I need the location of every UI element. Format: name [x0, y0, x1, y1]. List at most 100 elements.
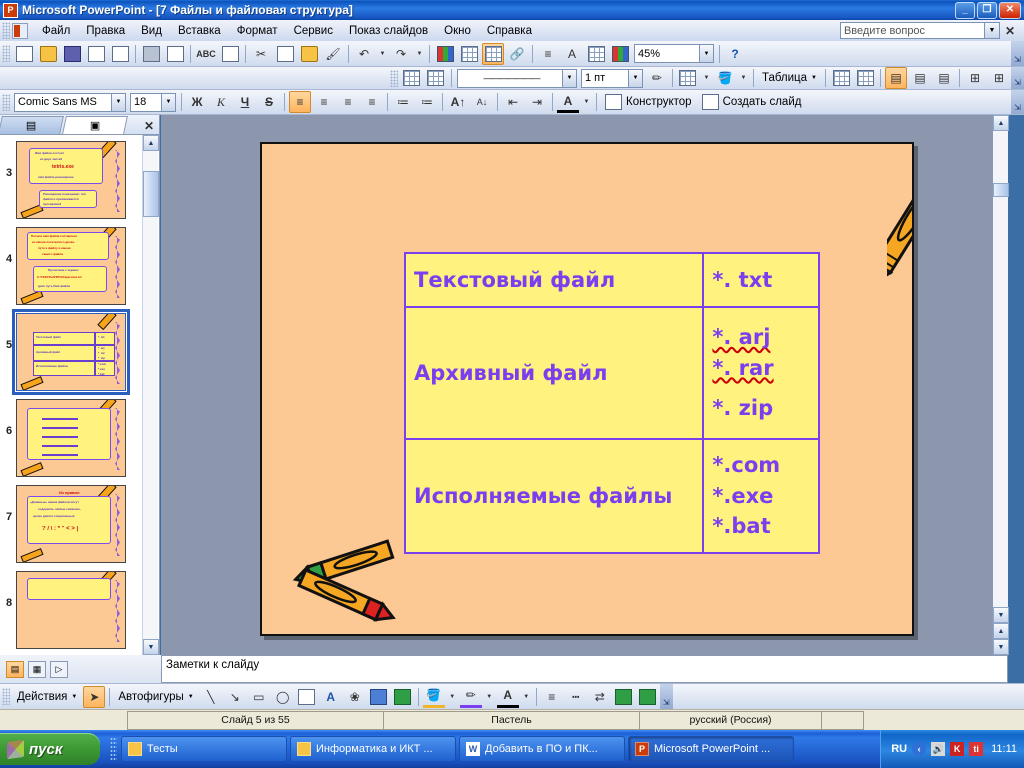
notes-pane[interactable]: Заметки к слайду: [161, 655, 1008, 683]
language-indicator[interactable]: RU: [891, 743, 907, 755]
slide-thumbnail[interactable]: [16, 571, 126, 649]
line-weight-combo[interactable]: 1 пт ▼: [580, 68, 643, 88]
dash-style-icon[interactable]: ┅: [565, 686, 587, 708]
chevron-down-icon[interactable]: ▼: [627, 69, 642, 87]
undo-icon[interactable]: ↶: [353, 43, 375, 65]
menu-item-format[interactable]: Формат: [229, 22, 286, 40]
volume-icon[interactable]: 🔊: [931, 742, 946, 756]
font-size-combo[interactable]: 18 ▼: [130, 92, 176, 112]
restore-button[interactable]: ❐: [977, 1, 997, 19]
slide-thumbnail[interactable]: Имя файла состоит из двух частей tetris.…: [16, 141, 126, 219]
chevron-down-icon[interactable]: ▼: [111, 93, 125, 111]
menu-grip[interactable]: [2, 22, 10, 39]
file-extensions[interactable]: *.com *.exe *.bat: [702, 438, 820, 554]
line-style-combo[interactable]: ——————— ▼: [456, 68, 577, 88]
fill-dropdown-icon[interactable]: ▼: [738, 67, 749, 89]
scroll-down-icon[interactable]: ▼: [143, 639, 159, 655]
file-extensions[interactable]: *. txt: [702, 252, 820, 308]
line-style-icon[interactable]: ≡: [541, 686, 563, 708]
current-slide[interactable]: Текстовый файл *. txt Архивный файл *. a…: [260, 142, 914, 636]
align-top-icon[interactable]: ▤: [885, 67, 907, 89]
list-item[interactable]: 7 Из правил «Длинные» имена файлов могут…: [0, 485, 141, 563]
align-bottom-icon[interactable]: ▤: [933, 67, 955, 89]
distribute-rows-icon[interactable]: ⊞: [964, 67, 986, 89]
clip-art-icon[interactable]: [368, 686, 390, 708]
grid-icon[interactable]: [585, 43, 607, 65]
slide-thumbnail-list[interactable]: 3 Имя файла состоит из двух частей tetri…: [0, 135, 141, 655]
table-row[interactable]: Исполняемые файлы *.com *.exe *.bat: [403, 438, 820, 554]
minimize-button[interactable]: _: [955, 1, 975, 19]
table-row[interactable]: Текстовый файл *. txt: [403, 252, 820, 308]
file-type-label[interactable]: Текстовый файл: [403, 252, 705, 308]
align-right-icon[interactable]: ≡: [337, 91, 359, 113]
align-center-icon[interactable]: ▤: [909, 67, 931, 89]
panel-scrollbar[interactable]: ▲ ▼: [142, 135, 159, 655]
next-slide-icon[interactable]: ▼: [993, 639, 1009, 655]
distribute-columns-icon[interactable]: ⊞: [988, 67, 1010, 89]
decrease-indent-icon[interactable]: ⇤: [502, 91, 524, 113]
ask-a-question-input[interactable]: Введите вопрос: [839, 22, 985, 39]
print-icon[interactable]: [140, 43, 162, 65]
slide-thumbnail[interactable]: Из правил «Длинные» имена файлов могут с…: [16, 485, 126, 563]
close-button[interactable]: ✕: [999, 1, 1021, 19]
border-color-icon[interactable]: ✏: [646, 67, 668, 89]
underline-button[interactable]: Ч: [234, 91, 256, 113]
align-left-icon[interactable]: ≡: [289, 91, 311, 113]
decrease-font-size-icon[interactable]: A↓: [471, 91, 493, 113]
antivirus-icon[interactable]: K: [950, 742, 965, 756]
scrollbar-thumb[interactable]: [143, 171, 159, 217]
chevron-left-icon[interactable]: ‹: [912, 742, 927, 756]
menu-item-tools[interactable]: Сервис: [286, 22, 341, 40]
menu-item-insert[interactable]: Вставка: [170, 22, 229, 40]
slide-thumbnail[interactable]: [16, 399, 126, 477]
redo-dropdown-icon[interactable]: ▼: [414, 43, 425, 65]
spelling-icon[interactable]: ABC: [195, 43, 217, 65]
menu-item-slideshow[interactable]: Показ слайдов: [341, 22, 436, 40]
increase-font-size-icon[interactable]: A↑: [447, 91, 469, 113]
redo-icon[interactable]: ↷: [390, 43, 412, 65]
font-color-dropdown-icon[interactable]: ▼: [521, 686, 532, 708]
list-item[interactable]: 8: [0, 571, 141, 649]
previous-slide-icon[interactable]: ▲: [993, 623, 1009, 639]
file-type-label[interactable]: Архивный файл: [403, 306, 705, 440]
new-slide-button[interactable]: Создать слайд: [697, 92, 807, 112]
file-types-table[interactable]: Текстовый файл *. txt Архивный файл *. a…: [403, 252, 820, 554]
numbered-list-icon[interactable]: ≔: [392, 91, 414, 113]
chevron-down-icon[interactable]: ▼: [161, 93, 175, 111]
line-icon[interactable]: ╲: [200, 686, 222, 708]
keyboard-icon[interactable]: ti: [969, 742, 984, 756]
outline-tab[interactable]: ▤: [0, 116, 64, 134]
arrow-style-icon[interactable]: ⇄: [589, 686, 611, 708]
increase-indent-icon[interactable]: ⇥: [526, 91, 548, 113]
format-painter-icon[interactable]: 🖌: [322, 43, 344, 65]
close-panel-icon[interactable]: ✕: [144, 119, 159, 134]
print-preview-icon[interactable]: [164, 43, 186, 65]
editor-scrollbar[interactable]: ▲ ▼ ▲ ▼: [992, 115, 1009, 655]
slide-show-icon[interactable]: ▷: [50, 660, 68, 678]
line-color-dropdown-icon[interactable]: ▼: [484, 686, 495, 708]
paste-icon[interactable]: [298, 43, 320, 65]
taskbar-grip[interactable]: [110, 737, 117, 761]
save-icon[interactable]: [61, 43, 83, 65]
list-item[interactable]: 3 Имя файла состоит из двух частей tetri…: [0, 141, 141, 219]
list-item[interactable]: 4 Полное имя файла составлено из имени л…: [0, 227, 141, 305]
merge-cells-icon[interactable]: [830, 67, 852, 89]
color-grayscale-icon[interactable]: [609, 43, 631, 65]
menu-item-file[interactable]: Файл: [34, 22, 78, 40]
scrollbar-thumb[interactable]: [993, 183, 1009, 197]
zoom-combo[interactable]: 45% ▼: [634, 44, 714, 63]
expand-all-icon[interactable]: ≡: [537, 43, 559, 65]
justify-icon[interactable]: ≡: [361, 91, 383, 113]
email-icon[interactable]: [109, 43, 131, 65]
bulleted-list-icon[interactable]: ≔: [416, 91, 438, 113]
research-icon[interactable]: [219, 43, 241, 65]
scroll-up-icon[interactable]: ▲: [143, 135, 159, 151]
formatting-toolbar-grip[interactable]: [2, 93, 10, 111]
taskbar-item-word-doc[interactable]: W Добавить в ПО и ПК...: [459, 736, 625, 762]
scroll-up-icon[interactable]: ▲: [993, 115, 1009, 131]
scroll-down-icon[interactable]: ▼: [993, 607, 1009, 623]
list-item[interactable]: 6: [0, 399, 141, 477]
chevron-down-icon[interactable]: ▼: [984, 22, 1000, 39]
actions-menu-button[interactable]: Действия ▼: [12, 687, 82, 707]
slide-thumbnail[interactable]: Полное имя файла составлено из имени лог…: [16, 227, 126, 305]
